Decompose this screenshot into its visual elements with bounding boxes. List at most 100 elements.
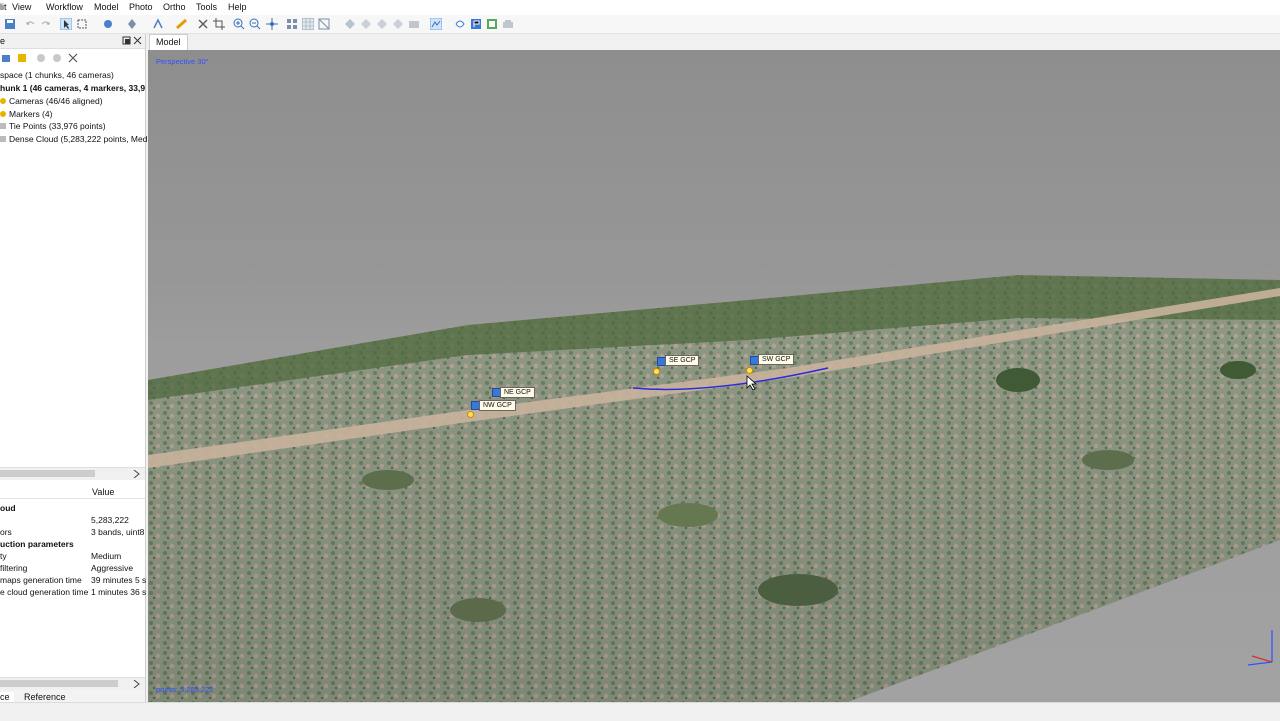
tree-workspace[interactable]: space (1 chunks, 46 cameras)	[0, 70, 114, 80]
add-chunk-icon[interactable]	[2, 53, 12, 63]
rotate-icon[interactable]	[392, 18, 404, 30]
tree-dense-cloud[interactable]: Dense Cloud (5,283,222 points, Med	[0, 134, 147, 144]
properties-hscrollbar[interactable]	[0, 677, 145, 690]
crop-icon[interactable]	[213, 18, 225, 30]
workspace-title: e	[0, 36, 6, 46]
tree-cameras-label: Cameras (46/46 aligned)	[9, 96, 103, 106]
marker-pin[interactable]	[653, 368, 660, 375]
delete-icon[interactable]	[197, 18, 209, 30]
tree-markers-label: Markers (4)	[9, 109, 53, 119]
undo-icon[interactable]	[24, 18, 36, 30]
value-column-header: Value	[92, 487, 115, 497]
left-dock: e space (1 chunks, 46 cameras) hunk 1 (4…	[0, 34, 147, 702]
cameras-icon	[0, 98, 6, 104]
redo-icon[interactable]	[40, 18, 52, 30]
grid-icon[interactable]	[286, 18, 298, 30]
property-name: e cloud generation time	[0, 587, 89, 597]
points-count-label: points: 5,283,222	[156, 685, 214, 694]
tree-cameras[interactable]: Cameras (46/46 aligned)	[0, 96, 103, 106]
show-markers-icon[interactable]	[470, 18, 482, 30]
marker-label-sw[interactable]: SW GCP	[758, 354, 795, 365]
tab-model[interactable]: Model	[149, 34, 188, 50]
property-row: maps generation time 39 minutes 5 s	[0, 575, 146, 585]
tree-tie-points[interactable]: Tie Points (33,976 points)	[0, 121, 106, 131]
dense-cloud-icon[interactable]	[430, 18, 442, 30]
texture-icon[interactable]	[302, 18, 314, 30]
menu-photo[interactable]: Photo	[129, 2, 153, 12]
add-photos-icon[interactable]	[17, 53, 27, 63]
property-value: 5,283,222	[91, 515, 129, 525]
camera-icon[interactable]	[502, 18, 514, 30]
properties-section-title: oud	[0, 503, 16, 513]
property-row: filtering Aggressive	[0, 563, 133, 573]
enable-icon[interactable]	[36, 53, 46, 63]
mouse-cursor-icon	[746, 375, 758, 391]
tree-dense-cloud-label: Dense Cloud (5,283,222 points, Med	[9, 134, 148, 144]
scroll-right-icon[interactable]	[133, 680, 140, 688]
view-tab-bar: Model	[148, 34, 1280, 50]
move-icon[interactable]	[266, 18, 278, 30]
menu-tools[interactable]: Tools	[196, 2, 217, 12]
property-value: Medium	[91, 551, 122, 561]
tree-chunk[interactable]: hunk 1 (46 cameras, 4 markers, 33,9	[0, 83, 145, 93]
zoom-in-icon[interactable]	[233, 18, 245, 30]
workspace-hscrollbar[interactable]	[0, 467, 145, 480]
marker-label-ne[interactable]: NE GCP	[500, 387, 535, 398]
markers-icon	[0, 111, 6, 117]
property-name: ors	[0, 527, 12, 537]
disable-icon[interactable]	[52, 53, 62, 63]
tie-points-icon	[0, 123, 6, 129]
rotate-icon[interactable]	[360, 18, 372, 30]
remove-icon[interactable]	[68, 53, 78, 63]
tree-markers[interactable]: Markers (4)	[0, 109, 52, 119]
marker-pin[interactable]	[467, 411, 474, 418]
property-value: 1 minutes 36 s	[91, 587, 147, 597]
ruler-icon[interactable]	[152, 18, 164, 30]
workspace-toolbar	[0, 50, 145, 66]
save-icon[interactable]	[4, 18, 16, 30]
menu-model[interactable]: Model	[94, 2, 119, 12]
select-icon[interactable]	[60, 18, 72, 30]
camera-icon[interactable]	[408, 18, 420, 30]
scroll-thumb[interactable]	[0, 470, 95, 477]
marker-pin[interactable]	[746, 367, 753, 374]
close-icon[interactable]	[133, 36, 142, 45]
rectangle-select-icon[interactable]	[76, 18, 88, 30]
tab-reference[interactable]: Reference	[24, 692, 66, 702]
scroll-right-icon[interactable]	[133, 470, 140, 478]
texture-icon[interactable]	[318, 18, 330, 30]
menu-bar: lit View Workflow Model Photo Ortho Tool…	[0, 0, 1280, 15]
tab-workspace[interactable]: ce	[0, 692, 14, 702]
property-row: ors 3 bands, uint8	[0, 527, 144, 537]
property-name: uction parameters	[0, 539, 74, 549]
tree-tie-points-label: Tie Points (33,976 points)	[9, 121, 106, 131]
perspective-label: Perspective 30°	[156, 57, 209, 66]
dense-cloud-icon	[0, 136, 6, 142]
menu-workflow[interactable]: Workflow	[46, 2, 83, 12]
menu-edit[interactable]: lit	[0, 2, 7, 12]
property-row: e cloud generation time 1 minutes 36 s	[0, 587, 146, 597]
property-name: maps generation time	[0, 575, 82, 585]
rotate-icon[interactable]	[376, 18, 388, 30]
model-viewport[interactable]: Perspective 30° points: 5,283,222 SE GCP…	[148, 50, 1280, 702]
shaded-icon[interactable]	[454, 18, 466, 30]
undock-icon[interactable]	[122, 36, 131, 45]
menu-ortho[interactable]: Ortho	[163, 2, 186, 12]
scroll-thumb[interactable]	[0, 680, 118, 687]
zoom-out-icon[interactable]	[249, 18, 261, 30]
menu-help[interactable]: Help	[228, 2, 247, 12]
menu-view[interactable]: View	[12, 2, 31, 12]
marker-label-nw[interactable]: NW GCP	[479, 400, 516, 411]
marker-icon[interactable]	[126, 18, 138, 30]
navigate-icon[interactable]	[102, 18, 114, 30]
toolbar	[0, 15, 1280, 34]
properties-header: Value	[0, 484, 145, 499]
point-cloud-render	[148, 275, 1280, 702]
dock-tabs: ce Reference	[0, 690, 145, 702]
ruler-icon[interactable]	[176, 18, 188, 30]
rotate-icon[interactable]	[344, 18, 356, 30]
marker-label-se[interactable]: SE GCP	[665, 355, 700, 366]
show-markers-icon[interactable]	[486, 18, 498, 30]
property-section: uction parameters	[0, 539, 74, 549]
property-row: ty Medium	[0, 551, 121, 561]
